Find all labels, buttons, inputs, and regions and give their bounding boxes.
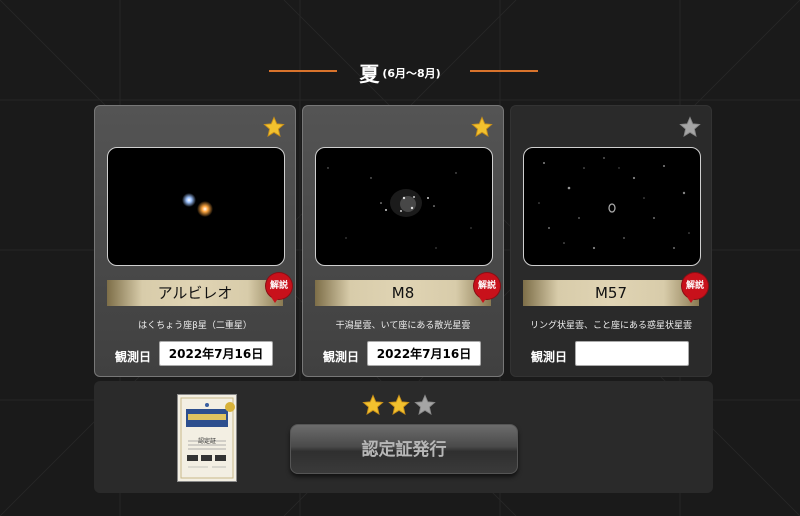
filled-star-icon [388,394,410,415]
empty-star-icon [679,116,701,137]
object-photo [523,147,701,266]
filled-star-icon [471,116,493,137]
object-photo [107,147,285,266]
observation-date-label: 観測日 [115,350,152,364]
progress-rating [362,394,440,420]
object-name: M57 [523,280,699,306]
certificate-title: 認定証 [197,438,216,445]
filled-star-icon [263,116,285,137]
explanation-badge[interactable]: 解説 [474,273,500,303]
season-months: (6月〜8月) [382,66,441,80]
object-name: M8 [315,280,491,306]
issue-certificate-button[interactable]: 認定証発行 [290,424,518,474]
observation-date-field[interactable] [575,341,689,366]
observation-date-label: 観測日 [531,350,568,364]
certificate-thumbnail: 認定証 [177,394,237,482]
heading-left-rule [269,70,337,72]
certificate-panel: 認定証 認定証発行 [94,381,713,493]
explanation-badge[interactable]: 解説 [682,273,708,303]
object-description: 干潟星雲、いて座にある散光星雲 [335,321,471,331]
observation-date-field[interactable]: 2022年7月16日 [159,341,273,366]
season-title: 夏 [359,62,380,86]
observation-date-field[interactable]: 2022年7月16日 [367,341,481,366]
observation-date-label: 観測日 [323,350,360,364]
explanation-badge[interactable]: 解説 [266,273,292,303]
empty-star-icon [414,394,436,415]
season-heading: 夏 (6月〜8月) [0,58,800,87]
object-card-m8[interactable]: M8 解説 干潟星雲、いて座にある散光星雲 観測日 2022年7月16日 [302,105,504,377]
object-description: リング状星雲、こと座にある惑星状星雲 [529,321,692,331]
object-photo [315,147,493,266]
filled-star-icon [362,394,384,415]
object-card-m57[interactable]: M57 解説 リング状星雲、こと座にある惑星状星雲 観測日 [510,105,712,377]
heading-right-rule [470,70,538,72]
object-description: はくちょう座β星（二重星） [138,321,252,331]
object-name: アルビレオ [107,280,283,306]
object-card-albireo[interactable]: アルビレオ 解説 はくちょう座β星（二重星） 観測日 2022年7月16日 [94,105,296,377]
